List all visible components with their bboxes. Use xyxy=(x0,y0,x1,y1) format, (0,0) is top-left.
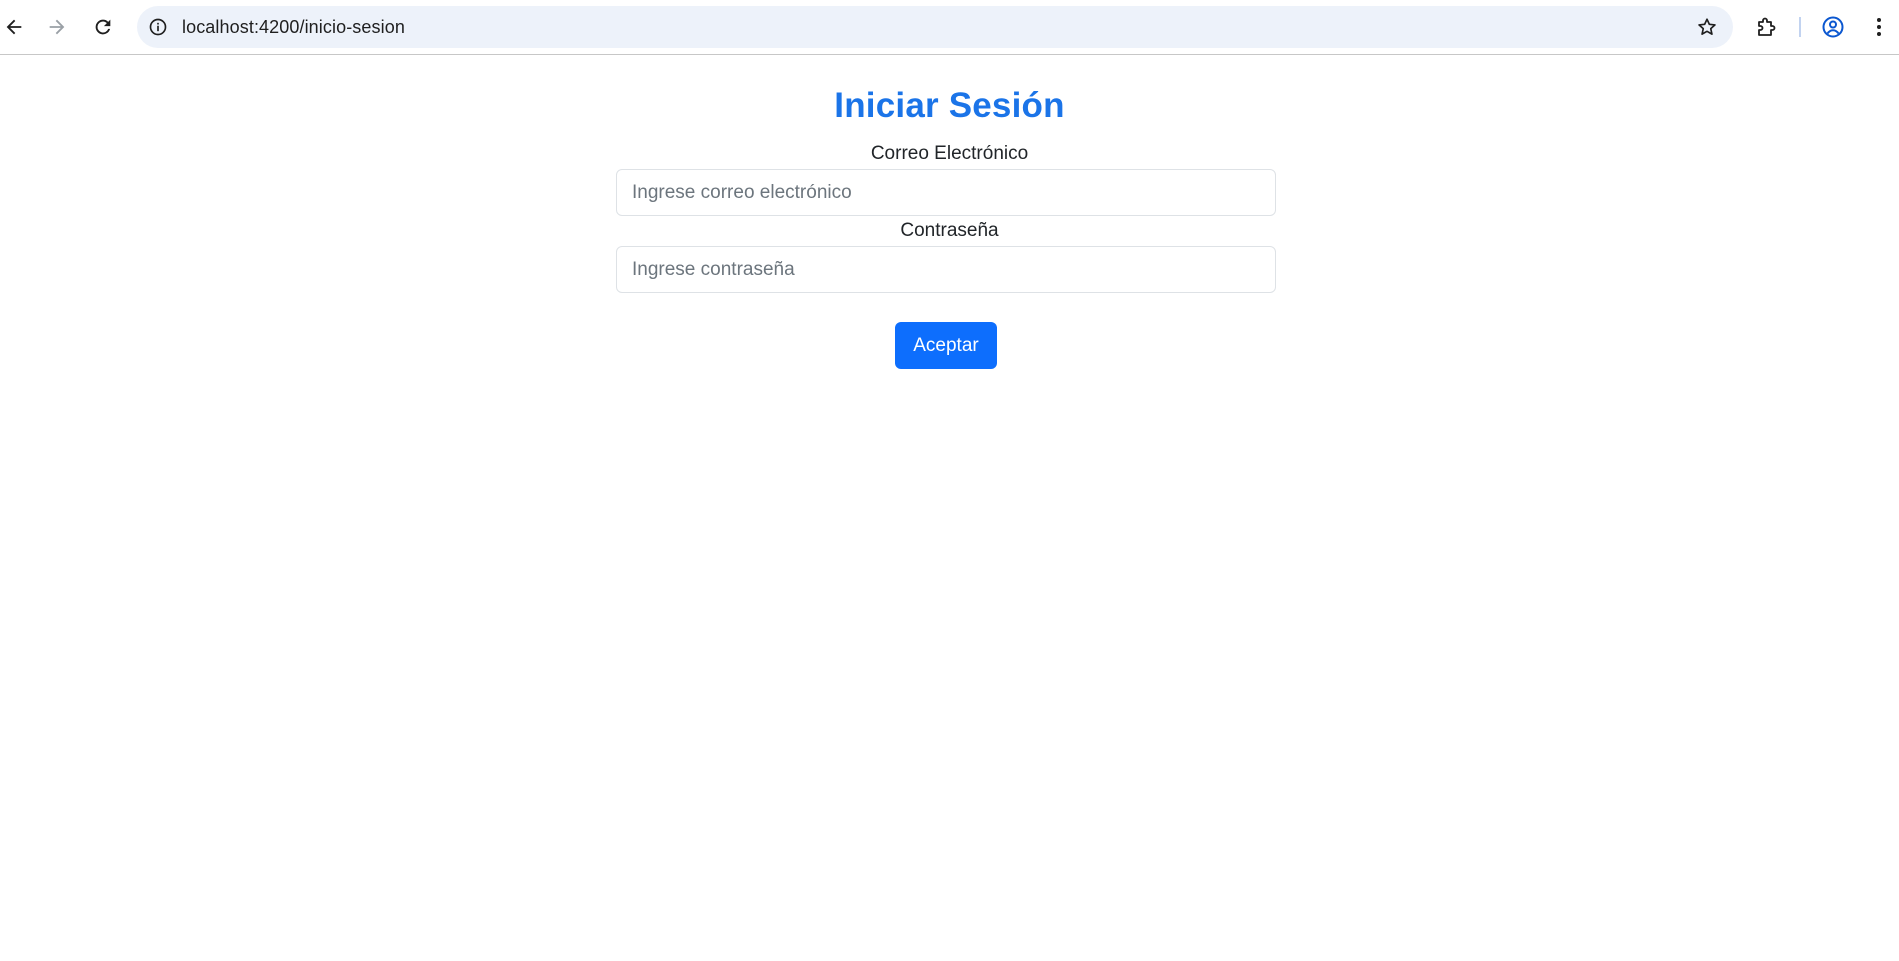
email-label: Correo Electrónico xyxy=(870,143,1029,164)
back-button[interactable] xyxy=(0,8,33,46)
address-bar[interactable]: localhost:4200/inicio-sesion xyxy=(137,6,1733,48)
bookmark-button[interactable] xyxy=(1695,15,1719,39)
site-info-button[interactable] xyxy=(147,16,169,38)
profile-button[interactable] xyxy=(1819,13,1847,41)
browser-menu-button[interactable] xyxy=(1865,13,1893,41)
url-text[interactable]: localhost:4200/inicio-sesion xyxy=(182,6,405,48)
password-field[interactable] xyxy=(616,246,1276,293)
reload-icon xyxy=(95,19,111,35)
back-arrow-icon xyxy=(6,19,22,35)
reload-button[interactable] xyxy=(84,8,122,46)
password-label: Contraseña xyxy=(900,220,999,241)
toolbar-divider xyxy=(1799,17,1801,37)
browser-toolbar: localhost:4200/inicio-sesion xyxy=(0,0,1899,55)
forward-arrow-icon xyxy=(49,19,65,35)
info-icon xyxy=(149,18,167,36)
star-icon xyxy=(1698,18,1716,35)
profile-icon xyxy=(1822,16,1844,38)
page-title: Iniciar Sesión xyxy=(834,86,1065,125)
forward-button[interactable] xyxy=(38,8,76,46)
submit-button[interactable]: Aceptar xyxy=(895,322,997,369)
kebab-menu-icon xyxy=(1877,18,1881,36)
extensions-button[interactable] xyxy=(1753,13,1781,41)
puzzle-icon xyxy=(1758,17,1776,36)
email-field[interactable] xyxy=(616,169,1276,216)
